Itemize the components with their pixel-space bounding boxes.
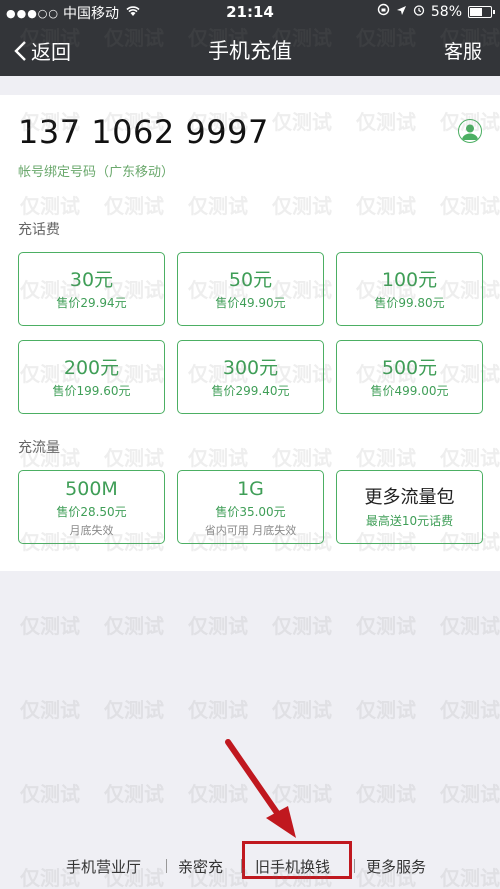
link-business-hall[interactable]: 手机营业厅	[66, 856, 141, 877]
divider	[354, 859, 355, 873]
annotation-arrow	[225, 739, 296, 838]
link-more-services[interactable]: 更多服务	[366, 856, 426, 877]
annotation-highlight-box	[242, 841, 352, 879]
link-family-recharge[interactable]: 亲密充	[178, 856, 223, 877]
divider	[166, 859, 167, 873]
